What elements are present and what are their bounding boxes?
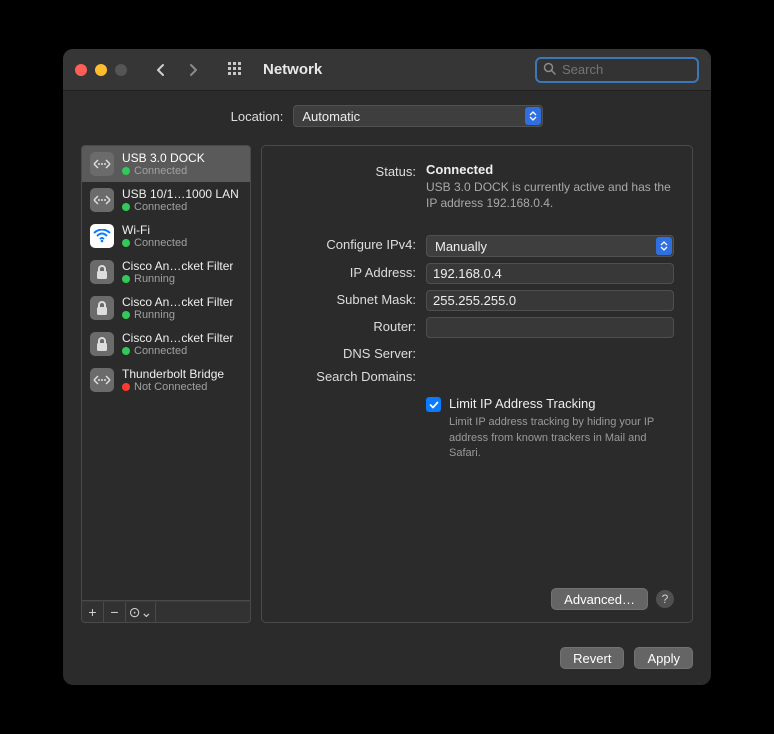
configure-ipv4-value: Manually [435,239,487,254]
router-label: Router: [280,317,416,338]
ip-address-label: IP Address: [280,263,416,284]
eth-icon [90,152,114,176]
search-icon [543,62,556,78]
configure-ipv4-select[interactable]: Manually [426,235,674,257]
check-icon [429,400,439,410]
service-status: Running [122,273,233,285]
status-dot-icon [122,239,130,247]
service-status: Running [122,309,233,321]
location-value: Automatic [302,109,360,124]
limit-ip-tracking-label: Limit IP Address Tracking [449,396,674,411]
limit-ip-tracking-description: Limit IP address tracking by hiding your… [449,415,674,461]
remove-service-button[interactable]: − [104,602,126,622]
updown-icon [656,237,672,255]
help-button[interactable]: ? [656,590,674,608]
sidebar-service-item[interactable]: Cisco An…cket FilterRunning [82,290,250,326]
service-status: Connected [122,237,187,249]
search-input[interactable] [562,62,691,77]
window-controls [75,64,127,76]
location-row: Location: Automatic [63,91,711,145]
chevron-right-icon [188,63,198,77]
service-status: Connected [122,165,205,177]
service-sidebar: USB 3.0 DOCKConnectedUSB 10/1…1000 LANCo… [81,145,251,623]
limit-ip-tracking-checkbox[interactable] [426,397,441,412]
service-name: USB 3.0 DOCK [122,151,205,165]
add-service-button[interactable]: + [82,602,104,622]
status-dot-icon [122,383,130,391]
dns-server-label: DNS Server: [280,344,416,361]
minimize-button[interactable] [95,64,107,76]
chevron-left-icon [156,63,166,77]
sidebar-service-item[interactable]: Cisco An…cket FilterRunning [82,254,250,290]
service-status: Connected [122,201,239,213]
location-label: Location: [231,109,284,124]
service-name: Wi-Fi [122,223,187,237]
status-description: USB 3.0 DOCK is currently active and has… [426,179,674,211]
service-list[interactable]: USB 3.0 DOCKConnectedUSB 10/1…1000 LANCo… [81,145,251,601]
back-button[interactable] [147,56,175,84]
dns-server-value [426,344,674,361]
bottom-buttons: Revert Apply [63,637,711,685]
sidebar-service-item[interactable]: Wi-FiConnected [82,218,250,254]
wifi-icon [90,224,114,248]
more-actions-button[interactable]: ⊙⌄ [126,602,156,622]
status-dot-icon [122,347,130,355]
status-value: Connected [426,162,674,177]
status-dot-icon [122,167,130,175]
subnet-mask-label: Subnet Mask: [280,290,416,311]
location-select[interactable]: Automatic [293,105,543,127]
sidebar-service-item[interactable]: Thunderbolt BridgeNot Connected [82,362,250,398]
sidebar-service-item[interactable]: Cisco An…cket FilterConnected [82,326,250,362]
search-domains-label: Search Domains: [280,367,416,384]
service-name: Cisco An…cket Filter [122,331,233,345]
updown-icon [525,107,541,125]
sidebar-service-item[interactable]: USB 3.0 DOCKConnected [82,146,250,182]
zoom-button[interactable] [115,64,127,76]
sidebar-service-item[interactable]: USB 10/1…1000 LANConnected [82,182,250,218]
nav-buttons [147,56,207,84]
service-name: Cisco An…cket Filter [122,259,233,273]
service-status: Connected [122,345,233,357]
network-preferences-window: Network Location: Automatic USB 3.0 DOCK… [63,49,711,685]
configure-ipv4-label: Configure IPv4: [280,235,416,257]
titlebar: Network [63,49,711,91]
advanced-button[interactable]: Advanced… [551,588,648,610]
eth-icon [90,368,114,392]
service-status: Not Connected [122,381,224,393]
forward-button [179,56,207,84]
sidebar-controls: + − ⊙⌄ [81,601,251,623]
status-label: Status: [280,162,416,211]
router-input[interactable] [426,317,674,338]
eth-icon [90,188,114,212]
revert-button[interactable]: Revert [560,647,624,669]
show-all-button[interactable] [225,59,247,81]
status-dot-icon [122,275,130,283]
apply-button[interactable]: Apply [634,647,693,669]
window-title: Network [263,61,322,78]
ip-address-input[interactable]: 192.168.0.4 [426,263,674,284]
lock-icon [90,332,114,356]
lock-icon [90,296,114,320]
service-name: Thunderbolt Bridge [122,367,224,381]
subnet-mask-input[interactable]: 255.255.255.0 [426,290,674,311]
service-name: Cisco An…cket Filter [122,295,233,309]
detail-panel: Status: Connected USB 3.0 DOCK is curren… [261,145,693,623]
search-domains-value [426,367,674,384]
lock-icon [90,260,114,284]
status-dot-icon [122,311,130,319]
service-name: USB 10/1…1000 LAN [122,187,239,201]
grid-icon [228,62,244,78]
search-field[interactable] [535,57,699,83]
status-dot-icon [122,203,130,211]
close-button[interactable] [75,64,87,76]
